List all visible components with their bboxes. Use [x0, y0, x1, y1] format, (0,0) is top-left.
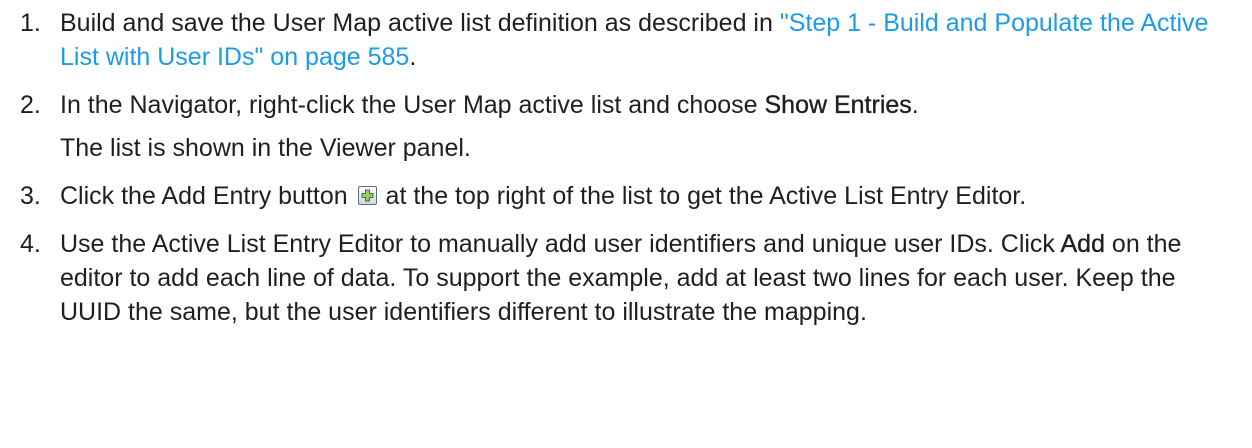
- ui-term-add: Add: [1060, 230, 1105, 258]
- step-text-part: Build and save the User Map active list …: [60, 9, 780, 37]
- step-text: Use the Active List Entry Editor to manu…: [60, 227, 1234, 329]
- step-number: 2.: [20, 91, 41, 119]
- step-text-part: Click the Add Entry button: [60, 182, 355, 210]
- step-1: 1. Build and save the User Map active li…: [20, 6, 1234, 74]
- ui-term-show-entries: Show Entries: [764, 91, 912, 119]
- step-text-part: at the top right of the list to get the …: [378, 182, 1027, 210]
- procedure-steps: 1. Build and save the User Map active li…: [20, 6, 1234, 329]
- document-page: 1. Build and save the User Map active li…: [0, 0, 1252, 448]
- add-entry-icon: [357, 186, 377, 205]
- step-text: Click the Add Entry button at the top ri…: [60, 179, 1234, 213]
- step-text: Build and save the User Map active list …: [60, 6, 1234, 74]
- step-number: 1.: [20, 9, 41, 37]
- step-main-line: In the Navigator, right-click the User M…: [60, 88, 1234, 122]
- step-text-part: In the Navigator, right-click the User M…: [60, 91, 765, 119]
- step-2: 2. In the Navigator, right-click the Use…: [20, 88, 1234, 165]
- step-text: In the Navigator, right-click the User M…: [60, 88, 1234, 165]
- step-number: 4.: [20, 230, 41, 258]
- step-4: 4. Use the Active List Entry Editor to m…: [20, 227, 1234, 329]
- step-text-part: .: [409, 43, 417, 71]
- step-result-text: The list is shown in the Viewer panel.: [60, 134, 471, 162]
- step-text-part: Use the Active List Entry Editor to manu…: [60, 230, 1061, 258]
- step-3: 3. Click the Add Entry button at the top…: [20, 179, 1234, 213]
- step-number: 3.: [20, 182, 41, 210]
- step-text-part: .: [911, 91, 919, 119]
